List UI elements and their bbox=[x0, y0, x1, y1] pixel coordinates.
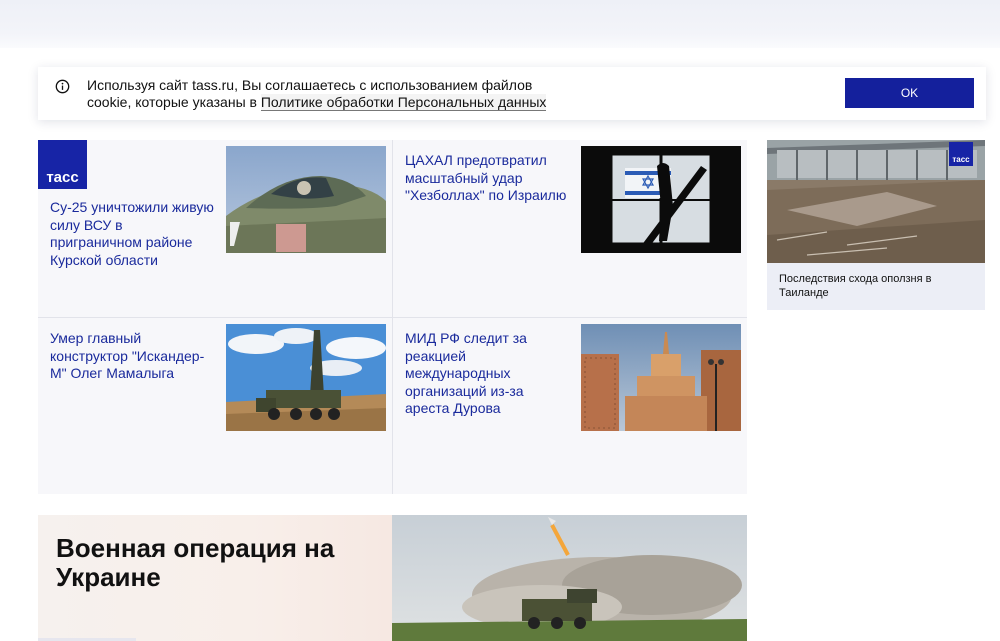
top-header-area bbox=[0, 0, 1000, 48]
side-news-image[interactable]: тасс bbox=[767, 140, 985, 263]
info-icon bbox=[55, 79, 70, 94]
side-news-title[interactable]: Последствия схода оползня в Таиланде bbox=[779, 273, 974, 300]
side-tass-logo: тасс bbox=[949, 142, 973, 166]
cookie-banner: Используя сайт tass.ru, Вы соглашаетесь … bbox=[38, 67, 986, 120]
news-card-tsahal[interactable]: ЦАХАЛ предотвратил масштабный удар "Хезб… bbox=[393, 140, 747, 317]
side-news-card[interactable]: тасс Последствия схода оползня в Таиланд… bbox=[767, 140, 985, 310]
news-title[interactable]: Умер главный конструктор "Искандер-М" Ол… bbox=[50, 330, 215, 383]
news-image-iskander[interactable] bbox=[226, 324, 386, 431]
cookie-text: Используя сайт tass.ru, Вы соглашаетесь … bbox=[87, 77, 547, 111]
news-image-mfa[interactable] bbox=[581, 324, 741, 431]
news-title[interactable]: ЦАХАЛ предотвратил масштабный удар "Хезб… bbox=[405, 152, 570, 205]
news-image-su25[interactable] bbox=[226, 146, 386, 253]
news-card-mfa[interactable]: МИД РФ следит за реакцией международных … bbox=[393, 318, 747, 495]
news-title[interactable]: МИД РФ следит за реакцией международных … bbox=[405, 330, 570, 418]
cookie-ok-button[interactable]: OK bbox=[845, 78, 974, 108]
privacy-policy-link[interactable]: Политике обработки Персональных данных bbox=[260, 94, 547, 111]
news-image-tsahal[interactable] bbox=[581, 146, 741, 253]
news-card-su25[interactable]: Су-25 уничтожили живую силу ВСУ в пригра… bbox=[38, 140, 392, 317]
promo-title[interactable]: Военная операция на Украине bbox=[56, 534, 376, 592]
promo-image[interactable] bbox=[392, 515, 747, 641]
news-card-iskander[interactable]: Умер главный конструктор "Искандер-М" Ол… bbox=[38, 318, 392, 495]
promo-text-panel: Военная операция на Украине bbox=[38, 515, 392, 641]
promo-block[interactable]: Военная операция на Украине bbox=[38, 515, 747, 641]
news-grid: тасс Су-25 уничтожили живую силу ВСУ в п… bbox=[38, 140, 747, 494]
news-title[interactable]: Су-25 уничтожили живую силу ВСУ в пригра… bbox=[50, 199, 215, 269]
